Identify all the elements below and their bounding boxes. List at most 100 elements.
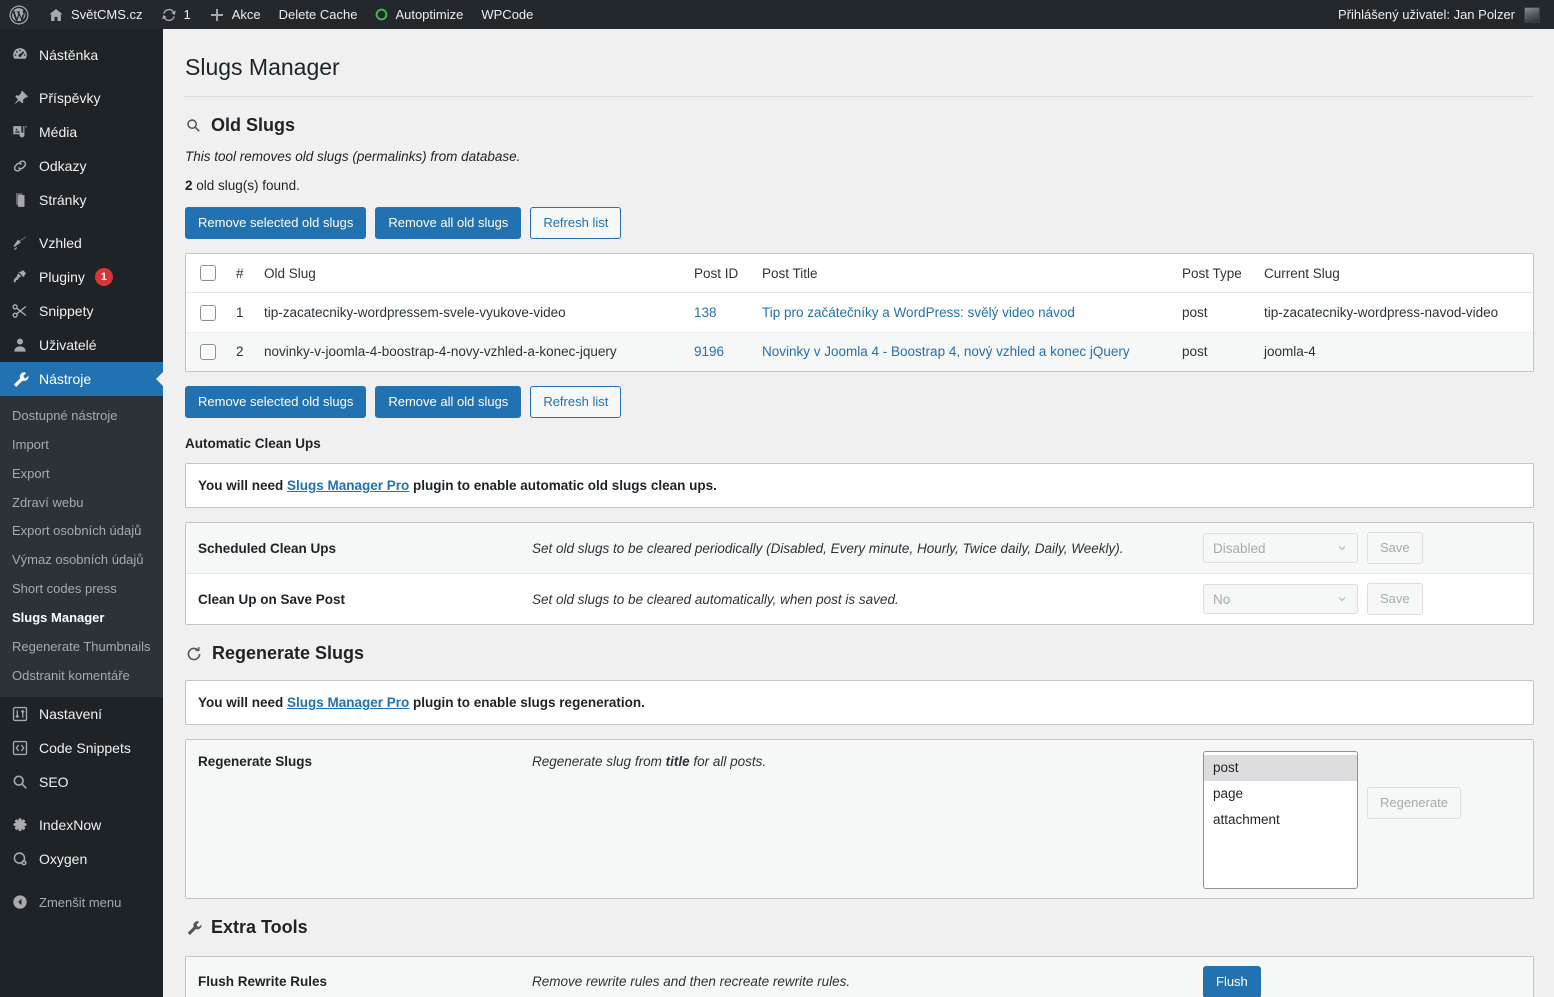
sidebar-item-dashboard[interactable]: Nástěnka bbox=[0, 38, 163, 72]
flush-button[interactable]: Flush bbox=[1203, 965, 1261, 997]
post-type-listbox[interactable]: post page attachment bbox=[1203, 751, 1358, 889]
delete-cache-button[interactable]: Delete Cache bbox=[270, 0, 367, 29]
regenerate-slugs-row-label: Regenerate Slugs bbox=[198, 754, 313, 770]
wpcode-menu[interactable]: WPCode bbox=[472, 0, 542, 29]
sidebar-item-label: Nástroje bbox=[39, 371, 92, 387]
table-row: 1 tip-zacatecniky-wordpressem-svele-vyuk… bbox=[186, 292, 1533, 333]
column-header-post-type: Post Type bbox=[1174, 253, 1256, 294]
clean-up-on-save-post-save-button[interactable]: Save bbox=[1367, 583, 1423, 616]
listbox-option-attachment[interactable]: attachment bbox=[1204, 807, 1357, 833]
plugin-icon bbox=[11, 268, 29, 286]
chevron-left-circle-icon bbox=[11, 893, 29, 911]
search-icon bbox=[11, 773, 29, 791]
slugs-manager-pro-link[interactable]: Slugs Manager Pro bbox=[287, 695, 409, 710]
remove-all-old-slugs-button-top[interactable]: Remove all old slugs bbox=[375, 206, 522, 239]
sidebar-item-appearance[interactable]: Vzhled bbox=[0, 226, 163, 260]
collapse-menu-button[interactable]: Zmenšit menu bbox=[0, 885, 163, 919]
post-id-link[interactable]: 138 bbox=[694, 305, 717, 320]
old-slugs-table-head: # Old Slug Post ID Post Title Post Type … bbox=[186, 253, 1533, 294]
select-all-checkbox[interactable] bbox=[200, 265, 216, 282]
sidebar-separator bbox=[0, 876, 163, 885]
site-name-label: SvětCMS.cz bbox=[71, 7, 143, 22]
new-content-menu[interactable]: Akce bbox=[200, 0, 270, 29]
refresh-list-button-top[interactable]: Refresh list bbox=[530, 206, 622, 239]
sidebar-item-pages[interactable]: Stránky bbox=[0, 183, 163, 217]
submenu-item-export[interactable]: Export bbox=[0, 460, 163, 489]
regenerate-slugs-controls: post page attachment Regenerate bbox=[1193, 740, 1533, 897]
post-title-link[interactable]: Novinky v Joomla 4 - Boostrap 4, nový vz… bbox=[762, 344, 1130, 359]
sidebar-item-tools[interactable]: Nástroje bbox=[0, 362, 163, 396]
listbox-option-post[interactable]: post bbox=[1204, 755, 1357, 782]
dashboard-icon bbox=[11, 46, 29, 64]
clean-up-on-save-post-select[interactable]: No bbox=[1203, 584, 1358, 615]
site-name-menu[interactable]: SvětCMS.cz bbox=[39, 0, 152, 29]
scheduled-clean-ups-controls: Disabled Save bbox=[1193, 523, 1533, 573]
submenu-item-short-codes-press[interactable]: Short codes press bbox=[0, 575, 163, 604]
submenu-item-import[interactable]: Import bbox=[0, 431, 163, 460]
row-checkbox[interactable] bbox=[200, 344, 216, 361]
regenerate-desc-pre: Regenerate slug from bbox=[532, 754, 666, 770]
sidebar-item-label: SEO bbox=[39, 774, 69, 791]
submenu-item-site-health[interactable]: Zdraví webu bbox=[0, 489, 163, 518]
post-title-link[interactable]: Tip pro začátečníky a WordPress: svělý v… bbox=[762, 305, 1075, 320]
automatic-clean-ups-title: Automatic Clean Ups bbox=[185, 436, 321, 452]
scheduled-clean-ups-select[interactable]: Disabled bbox=[1203, 533, 1358, 564]
sidebar-item-plugins[interactable]: Pluginy 1 bbox=[0, 260, 163, 294]
row-number: 1 bbox=[228, 292, 256, 333]
notice-text-pre: You will need bbox=[198, 695, 288, 711]
code-icon bbox=[11, 739, 29, 757]
sidebar-item-label: Snippety bbox=[39, 303, 94, 319]
remove-all-old-slugs-button-bottom[interactable]: Remove all old slugs bbox=[375, 386, 522, 419]
sidebar-item-code-snippets[interactable]: Code Snippets bbox=[0, 731, 163, 765]
sidebar-item-indexnow[interactable]: IndexNow bbox=[0, 808, 163, 842]
column-header-number: # bbox=[228, 253, 256, 294]
row-post-id-cell: 9196 bbox=[686, 332, 754, 372]
sidebar-item-oxygen[interactable]: Oxygen bbox=[0, 842, 163, 876]
submenu-item-delete-comments[interactable]: Odstranit komentáře bbox=[0, 662, 163, 691]
regenerate-button[interactable]: Regenerate bbox=[1367, 787, 1461, 820]
admin-bar: SvětCMS.cz 1 Akce Delete Cache Autoptimi… bbox=[0, 0, 1554, 29]
old-slugs-table-wrapper: # Old Slug Post ID Post Title Post Type … bbox=[185, 252, 1534, 373]
submenu-item-slugs-manager[interactable]: Slugs Manager bbox=[0, 604, 163, 633]
sidebar-item-label: Uživatelé bbox=[39, 337, 97, 353]
scheduled-clean-ups-description: Set old slugs to be cleared periodically… bbox=[532, 540, 1124, 556]
sidebar-top-gap bbox=[0, 29, 163, 38]
autoptimize-menu[interactable]: Autoptimize bbox=[366, 0, 472, 29]
delete-cache-label: Delete Cache bbox=[278, 7, 358, 22]
submenu-item-erase-personal-data[interactable]: Výmaz osobních údajů bbox=[0, 546, 163, 575]
sidebar-item-media[interactable]: Média bbox=[0, 115, 163, 149]
plus-icon bbox=[209, 7, 225, 23]
remove-selected-old-slugs-button-top[interactable]: Remove selected old slugs bbox=[185, 206, 367, 239]
submenu-item-available-tools[interactable]: Dostupné nástroje bbox=[0, 402, 163, 431]
refresh-list-button-bottom[interactable]: Refresh list bbox=[530, 386, 622, 419]
sidebar-item-links[interactable]: Odkazy bbox=[0, 149, 163, 183]
sidebar-item-snippets[interactable]: Snippety bbox=[0, 294, 163, 328]
old-slugs-table: # Old Slug Post ID Post Title Post Type … bbox=[186, 253, 1533, 372]
old-slugs-found-count: 2 bbox=[185, 177, 193, 193]
submenu-item-regenerate-thumbnails[interactable]: Regenerate Thumbnails bbox=[0, 633, 163, 662]
appearance-brush-icon bbox=[11, 234, 29, 252]
sidebar-item-posts[interactable]: Příspěvky bbox=[0, 81, 163, 115]
scissors-icon bbox=[11, 302, 29, 320]
clean-up-on-save-post-row: Clean Up on Save Post Set old slugs to b… bbox=[186, 574, 1533, 624]
scheduled-clean-ups-save-button[interactable]: Save bbox=[1367, 532, 1423, 565]
post-id-link[interactable]: 9196 bbox=[694, 344, 724, 359]
column-header-post-title: Post Title bbox=[754, 253, 1174, 294]
chevron-down-icon bbox=[1336, 593, 1348, 605]
remove-selected-old-slugs-button-bottom[interactable]: Remove selected old slugs bbox=[185, 386, 367, 419]
sidebar-item-users[interactable]: Uživatelé bbox=[0, 328, 163, 362]
wordpress-logo-button[interactable] bbox=[0, 0, 39, 29]
row-post-id-cell: 138 bbox=[686, 292, 754, 333]
row-checkbox[interactable] bbox=[200, 304, 216, 321]
sidebar-item-seo[interactable]: SEO bbox=[0, 765, 163, 799]
sidebar-item-label: IndexNow bbox=[39, 817, 102, 834]
submenu-item-export-personal-data[interactable]: Export osobních údajů bbox=[0, 517, 163, 546]
extra-tools-panel: Flush Rewrite Rules Remove rewrite rules… bbox=[185, 955, 1534, 997]
updates-menu[interactable]: 1 bbox=[152, 0, 200, 29]
column-header-post-id: Post ID bbox=[686, 253, 754, 294]
sidebar-item-settings[interactable]: Nastavení bbox=[0, 697, 163, 731]
listbox-option-page[interactable]: page bbox=[1204, 781, 1357, 807]
slugs-manager-pro-link[interactable]: Slugs Manager Pro bbox=[287, 478, 409, 493]
table-row: 2 novinky-v-joomla-4-boostrap-4-novy-vzh… bbox=[186, 332, 1533, 372]
account-menu[interactable]: Přihlášený uživatel: Jan Polzer bbox=[1329, 0, 1554, 29]
